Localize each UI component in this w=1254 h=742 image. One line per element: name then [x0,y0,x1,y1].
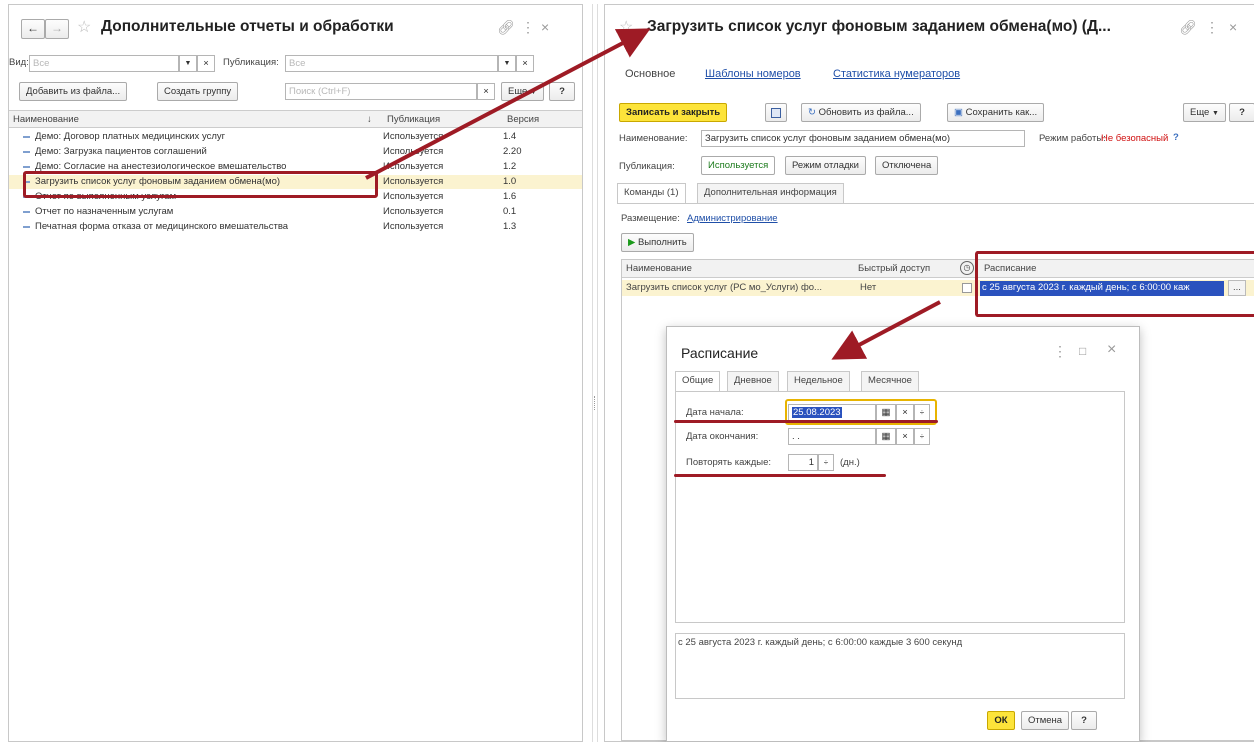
annotation-arrows [365,28,941,360]
annotation-arrow-to-dialog [831,300,941,360]
annotation-arrow-to-form [365,28,651,180]
